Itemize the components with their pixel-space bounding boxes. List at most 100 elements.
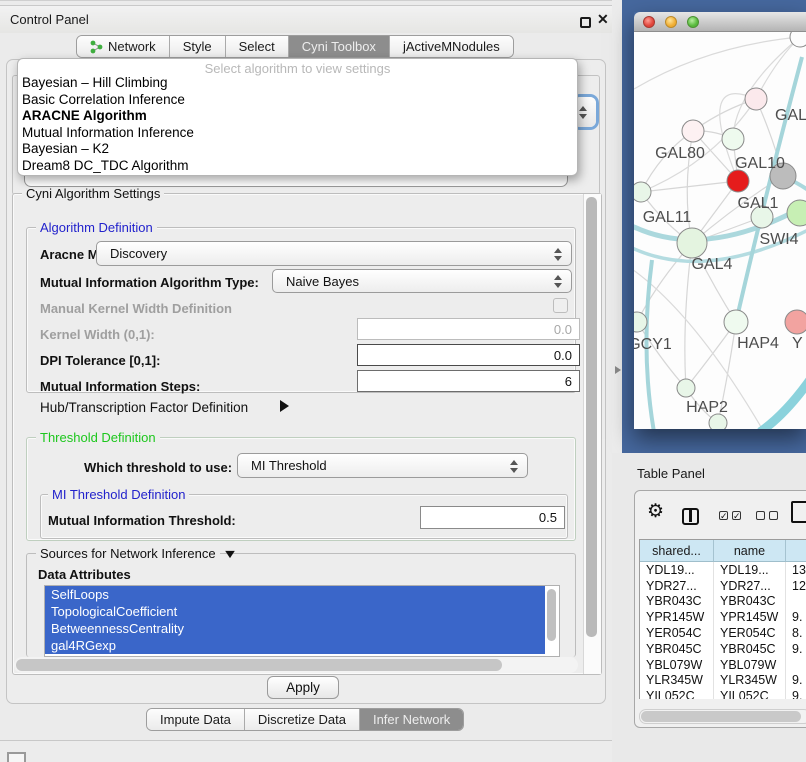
table-row[interactable]: YDL19...YDL19...13 — [640, 562, 806, 578]
hub-expand-icon[interactable] — [280, 400, 289, 412]
checked-box-icon[interactable]: ✓ — [719, 511, 728, 520]
table-cell — [786, 594, 806, 610]
table-row[interactable]: YLR345WYLR345W9. — [640, 673, 806, 689]
column-header-shared[interactable]: shared... — [640, 540, 714, 561]
tab-style[interactable]: Style — [170, 36, 226, 57]
control-panel-window: Control Panel ✕ NetworkStyleSelectCyni T… — [0, 0, 612, 740]
table-row[interactable]: YIL052CYIL052C9. — [640, 688, 806, 699]
mi-type-combobox[interactable]: Naive Bayes — [272, 269, 572, 293]
network-node-gal11[interactable] — [634, 182, 651, 202]
table-cell: YLR345W — [714, 673, 786, 689]
column-header-name[interactable]: name — [714, 540, 786, 561]
attribute-item-topologicalcoefficient[interactable]: TopologicalCoefficient — [45, 603, 545, 620]
control-panel-titlebar: Control Panel ✕ — [0, 5, 612, 33]
apply-button[interactable]: Apply — [267, 676, 339, 699]
attribute-item-selfloops[interactable]: SelfLoops — [45, 586, 545, 603]
sources-collapse-icon[interactable] — [225, 551, 235, 558]
network-node-gal1[interactable] — [727, 170, 749, 192]
which-threshold-value: MI Threshold — [251, 458, 327, 473]
table-row[interactable]: YBR045CYBR045C9. — [640, 641, 806, 657]
algorithm-option-aracne-algorithm[interactable]: ARACNE Algorithm — [18, 108, 577, 125]
table-hscrollbar-thumb[interactable] — [641, 711, 801, 722]
aracne-mode-combobox[interactable]: Discovery — [96, 241, 572, 266]
network-edge[interactable] — [634, 37, 800, 92]
mi-threshold-field[interactable]: 0.5 — [420, 506, 565, 529]
network-edge[interactable] — [760, 377, 806, 429]
columns-icon[interactable] — [682, 508, 699, 525]
algorithm-option-basic-correlation-inference[interactable]: Basic Correlation Inference — [18, 92, 577, 109]
algorithm-definition-title: Algorithm Definition — [36, 220, 157, 235]
unchecked-box-icon[interactable] — [769, 511, 778, 520]
mi-steps-field[interactable]: 6 — [357, 370, 580, 392]
algorithm-option-dream8-dc-tdc-algorithm[interactable]: Dream8 DC_TDC Algorithm — [18, 158, 577, 175]
table-cell: YLR345W — [640, 673, 714, 689]
manual-kernel-checkbox[interactable] — [553, 298, 568, 313]
splitter-handle-icon[interactable] — [615, 366, 621, 374]
attributes-scrollbar-thumb[interactable] — [547, 589, 556, 641]
float-window-icon[interactable] — [580, 17, 591, 28]
data-attributes-list: SelfLoopsTopologicalCoefficientBetweenne… — [44, 585, 560, 657]
table-row[interactable]: YDR27...YDR27...12 — [640, 578, 806, 594]
dpi-tolerance-value: 0.0 — [554, 348, 572, 363]
table-cell: YBL079W — [640, 657, 714, 673]
tab-network[interactable]: Network — [77, 36, 170, 57]
algorithm-option-bayesian-k2[interactable]: Bayesian – K2 — [18, 141, 577, 158]
network-edge[interactable] — [637, 322, 686, 388]
table-panel-window: ⚙ ✓ ✓ shared...nameA YDL19...YDL19...13Y… — [634, 490, 806, 728]
sources-title[interactable]: Sources for Network Inference — [36, 546, 220, 561]
table-row[interactable]: YER054CYER054C8. — [640, 625, 806, 641]
table-row[interactable]: YBL079WYBL079W — [640, 657, 806, 673]
network-window-titlebar[interactable] — [634, 12, 806, 32]
network-node-hap4[interactable] — [724, 310, 748, 334]
tab-impute-data[interactable]: Impute Data — [147, 709, 245, 730]
tab-cyni-toolbox[interactable]: Cyni Toolbox — [289, 36, 390, 57]
settings-scrollbar-thumb[interactable] — [586, 197, 597, 637]
kernel-width-field[interactable]: 0.0 — [357, 318, 580, 340]
zoom-traffic-light-icon[interactable] — [687, 16, 699, 28]
gear-icon[interactable]: ⚙ — [647, 500, 664, 523]
table-row[interactable]: YBR043CYBR043C — [640, 594, 806, 610]
checked-box-icon[interactable]: ✓ — [732, 511, 741, 520]
minimize-traffic-light-icon[interactable] — [665, 16, 677, 28]
network-node-pink-top[interactable] — [745, 88, 767, 110]
mi-type-value: Naive Bayes — [286, 274, 359, 289]
column-header-a[interactable]: A — [786, 540, 806, 561]
network-node-salmon-right[interactable] — [785, 310, 806, 334]
settings-hscrollbar-thumb[interactable] — [16, 659, 502, 671]
network-node-bottom-node[interactable] — [709, 414, 727, 429]
which-threshold-combobox[interactable]: MI Threshold — [237, 453, 528, 478]
close-icon[interactable]: ✕ — [597, 11, 609, 28]
document-icon[interactable] — [791, 501, 806, 523]
tab-select[interactable]: Select — [226, 36, 289, 57]
tab-discretize-data[interactable]: Discretize Data — [245, 709, 360, 730]
table-cell: YBR045C — [714, 641, 786, 657]
table-row[interactable]: YPR145WYPR145W9. — [640, 609, 806, 625]
node-label-gal10: GAL10 — [735, 155, 785, 172]
network-graph: GALGAL80GAL10GAL1GAL11SWI4GAL4GCY1HAP4YH… — [634, 32, 806, 429]
network-edge[interactable] — [641, 181, 738, 192]
network-node-gal10[interactable] — [722, 128, 744, 150]
mi-threshold-value: 0.5 — [539, 510, 557, 525]
algorithm-option-bayesian-hill-climbing[interactable]: Bayesian – Hill Climbing — [18, 75, 577, 92]
node-label-gcy1: GCY1 — [634, 336, 672, 353]
attribute-item-betweennesscentrality[interactable]: BetweennessCentrality — [45, 620, 545, 637]
unchecked-box-icon[interactable] — [756, 511, 765, 520]
mi-threshold-label: Mutual Information Threshold: — [48, 513, 236, 528]
network-node-green-right[interactable] — [787, 200, 806, 226]
table-rows: YDL19...YDL19...13YDR27...YDR27...12YBR0… — [640, 562, 806, 699]
network-canvas[interactable]: GALGAL80GAL10GAL1GAL11SWI4GAL4GCY1HAP4YH… — [634, 32, 806, 429]
tab-jactivemnodules[interactable]: jActiveMNodules — [390, 36, 513, 57]
threshold-definition-title: Threshold Definition — [36, 430, 160, 445]
algorithm-option-mutual-information-inference[interactable]: Mutual Information Inference — [18, 125, 577, 142]
network-node-gal80[interactable] — [682, 120, 704, 142]
attribute-item-gal4rgexp[interactable]: gal4RGexp — [45, 637, 545, 654]
algorithm-dropdown-placeholder: Select algorithm to view settings — [18, 59, 577, 75]
dpi-tolerance-field[interactable]: 0.0 — [357, 344, 580, 366]
tab-infer-network[interactable]: Infer Network — [360, 709, 463, 730]
table-cell: YBR045C — [640, 641, 714, 657]
network-node-hap2[interactable] — [677, 379, 695, 397]
network-node-gal4[interactable] — [677, 228, 707, 258]
hub-section-label[interactable]: Hub/Transcription Factor Definition — [40, 400, 248, 415]
close-traffic-light-icon[interactable] — [643, 16, 655, 28]
minimized-panel-icon[interactable] — [7, 752, 26, 762]
